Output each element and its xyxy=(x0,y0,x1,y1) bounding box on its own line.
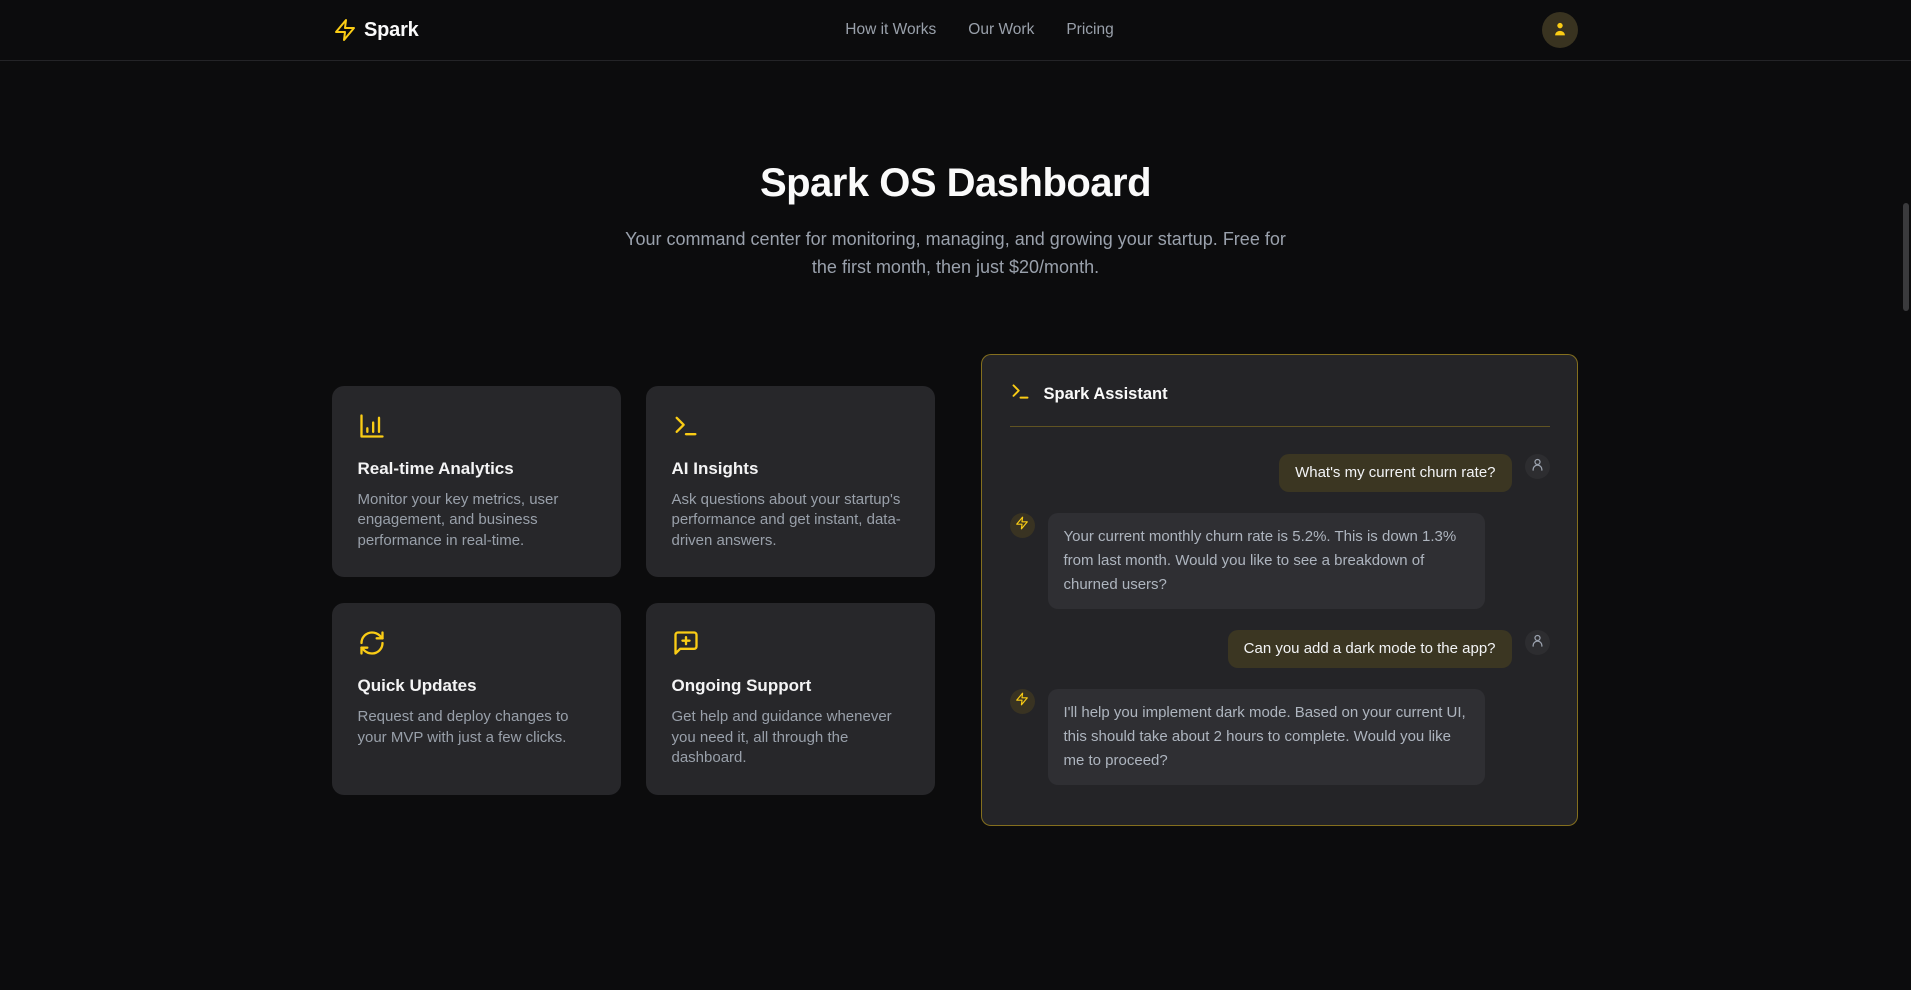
user-message-bubble: What's my current churn rate? xyxy=(1279,454,1511,492)
feature-card-realtime-analytics: Real-time Analytics Monitor your key met… xyxy=(332,386,621,578)
main-content: Real-time Analytics Monitor your key met… xyxy=(332,354,1580,826)
user-avatar xyxy=(1525,454,1550,479)
bar-chart-icon xyxy=(358,412,595,440)
feature-title: AI Insights xyxy=(672,459,909,479)
nav-link-our-work[interactable]: Our Work xyxy=(968,21,1034,39)
zap-icon xyxy=(333,18,357,42)
terminal-icon xyxy=(672,412,909,440)
nav-link-how-it-works[interactable]: How it Works xyxy=(845,21,936,39)
assistant-avatar xyxy=(1010,513,1035,538)
nav-link-pricing[interactable]: Pricing xyxy=(1066,21,1113,39)
feature-title: Quick Updates xyxy=(358,676,595,696)
account-avatar-button[interactable] xyxy=(1542,12,1578,48)
feature-description: Get help and guidance whenever you need … xyxy=(672,707,909,769)
feature-description: Monitor your key metrics, user engagemen… xyxy=(358,490,595,552)
chat-message-assistant: Your current monthly churn rate is 5.2%.… xyxy=(1010,513,1550,609)
assistant-header: Spark Assistant xyxy=(1010,381,1550,407)
top-nav-inner: Spark How it Works Our Work Pricing xyxy=(333,0,1578,60)
terminal-icon xyxy=(1010,381,1031,407)
page-title: Spark OS Dashboard xyxy=(0,161,1911,205)
user-icon xyxy=(1530,457,1545,477)
zap-icon xyxy=(1015,516,1029,535)
assistant-message-bubble: Your current monthly churn rate is 5.2%.… xyxy=(1048,513,1485,609)
feature-card-ongoing-support: Ongoing Support Get help and guidance wh… xyxy=(646,603,935,795)
feature-title: Real-time Analytics xyxy=(358,459,595,479)
feature-title: Ongoing Support xyxy=(672,676,909,696)
refresh-icon xyxy=(358,629,595,657)
user-avatar xyxy=(1525,630,1550,655)
message-square-plus-icon xyxy=(672,629,909,657)
feature-description: Ask questions about your startup's perfo… xyxy=(672,490,909,552)
spark-assistant-panel: Spark Assistant What's my current churn … xyxy=(981,354,1578,826)
chat-message-assistant: I'll help you implement dark mode. Based… xyxy=(1010,689,1550,785)
assistant-message-bubble: I'll help you implement dark mode. Based… xyxy=(1048,689,1485,785)
nav-links: How it Works Our Work Pricing xyxy=(845,21,1113,39)
chat-messages: What's my current churn rate? xyxy=(1010,454,1550,785)
brand-logo[interactable]: Spark xyxy=(333,18,419,42)
features-grid: Real-time Analytics Monitor your key met… xyxy=(332,386,936,795)
chat-message-user: Can you add a dark mode to the app? xyxy=(1010,630,1550,668)
feature-description: Request and deploy changes to your MVP w… xyxy=(358,707,595,748)
page-subtitle: Your command center for monitoring, mana… xyxy=(618,225,1294,281)
user-icon xyxy=(1530,633,1545,653)
assistant-title: Spark Assistant xyxy=(1044,385,1168,404)
hero-section: Spark OS Dashboard Your command center f… xyxy=(0,161,1911,281)
chat-message-user: What's my current churn rate? xyxy=(1010,454,1550,492)
brand-name: Spark xyxy=(364,19,419,42)
divider xyxy=(1010,426,1550,427)
assistant-avatar xyxy=(1010,689,1035,714)
zap-icon xyxy=(1015,692,1029,711)
feature-card-ai-insights: AI Insights Ask questions about your sta… xyxy=(646,386,935,578)
vertical-scrollbar-thumb[interactable] xyxy=(1903,203,1909,311)
top-nav: Spark How it Works Our Work Pricing xyxy=(0,0,1911,61)
user-message-bubble: Can you add a dark mode to the app? xyxy=(1228,630,1512,668)
user-icon xyxy=(1551,20,1569,41)
feature-card-quick-updates: Quick Updates Request and deploy changes… xyxy=(332,603,621,795)
